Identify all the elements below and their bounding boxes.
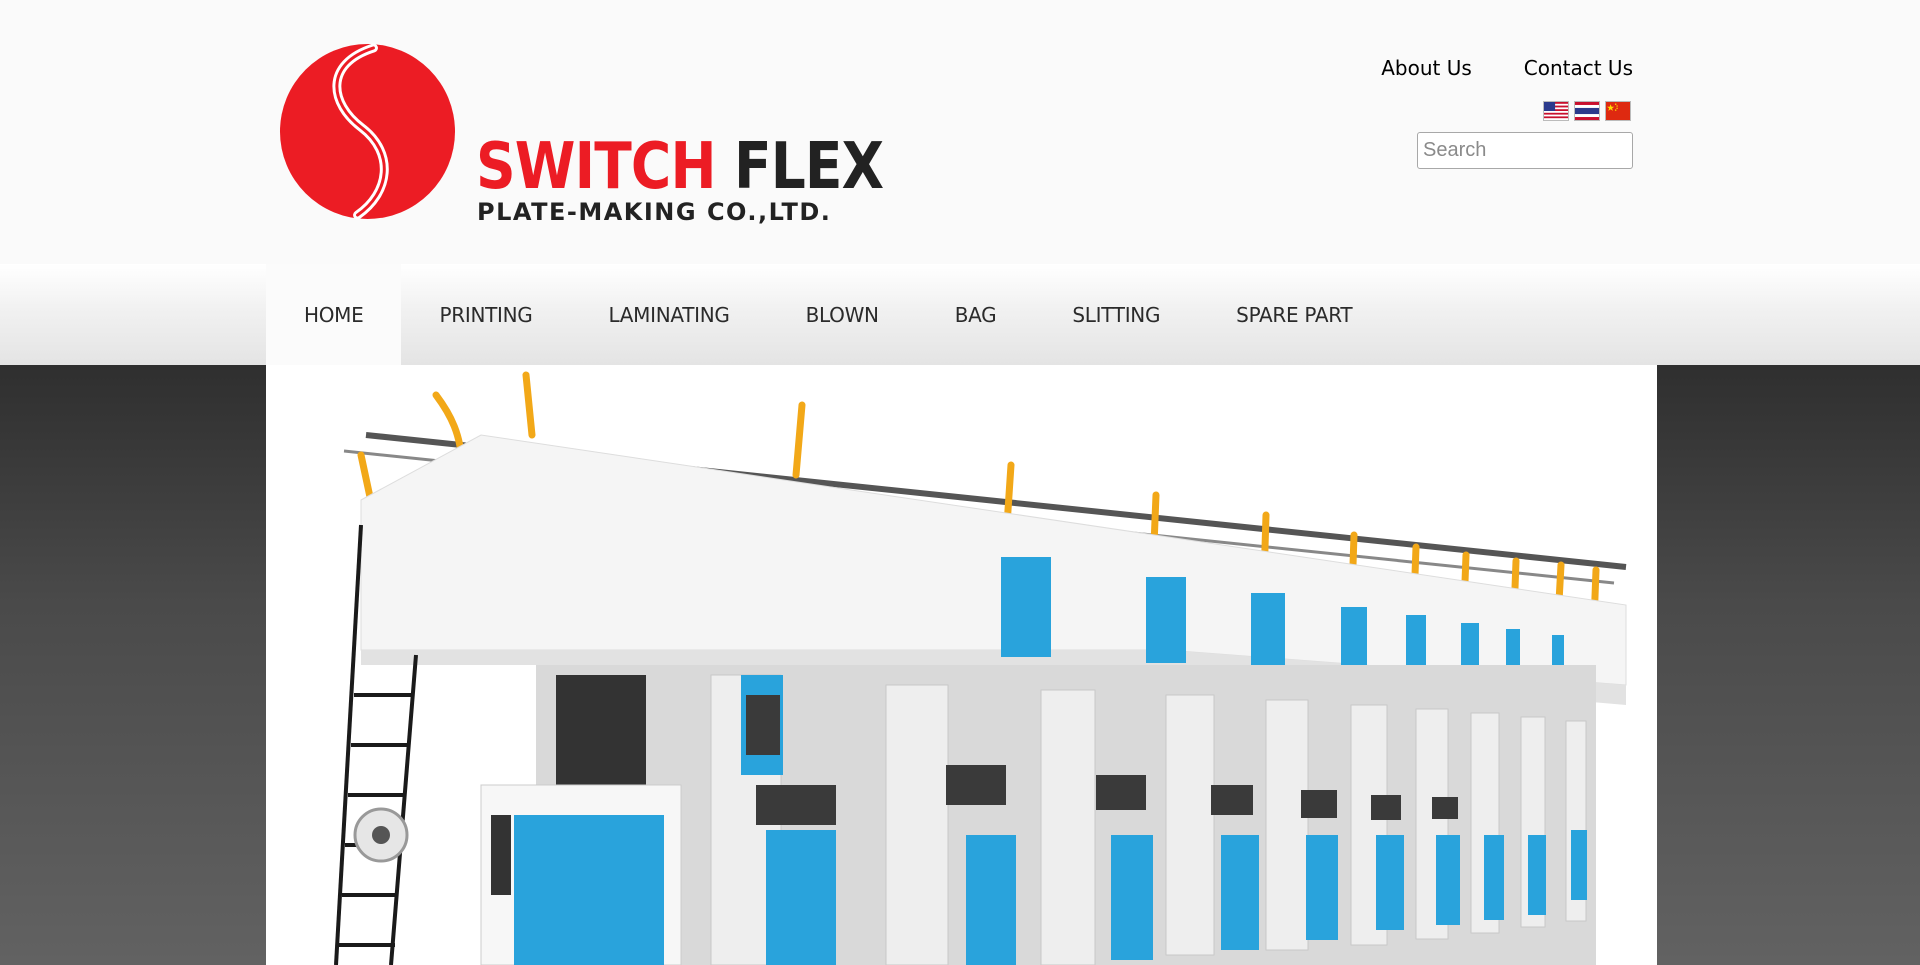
utility-links: About Us Contact Us	[1381, 56, 1633, 80]
logo-word-flex: FLEX	[733, 130, 884, 204]
language-switcher	[1543, 101, 1631, 121]
main-nav-items: HOME PRINTING LAMINATING BLOWN BAG SLITT…	[266, 264, 1390, 365]
thai-flag-icon[interactable]	[1574, 101, 1600, 121]
rotogravure-printing-machine-image	[334, 371, 1627, 965]
search-input[interactable]	[1417, 132, 1633, 169]
nav-item-blown[interactable]: BLOWN	[768, 264, 917, 365]
nav-item-laminating[interactable]: LAMINATING	[570, 264, 767, 365]
logo-wordmark: SWITCH FLEX	[476, 130, 884, 204]
nav-item-spare-part[interactable]: SPARE PART	[1198, 264, 1390, 365]
logo-subtitle: PLATE-MAKING CO.,LTD.	[477, 198, 832, 226]
site-header: SWITCH FLEX PLATE-MAKING CO.,LTD. About …	[0, 0, 1920, 264]
hero-banner	[266, 365, 1657, 965]
us-flag-icon[interactable]	[1543, 101, 1569, 121]
contact-us-link[interactable]: Contact Us	[1524, 56, 1633, 80]
nav-item-bag[interactable]: BAG	[917, 264, 1035, 365]
company-logo[interactable]: SWITCH FLEX PLATE-MAKING CO.,LTD.	[278, 40, 884, 226]
nav-item-printing[interactable]: PRINTING	[401, 264, 570, 365]
main-nav: HOME PRINTING LAMINATING BLOWN BAG SLITT…	[0, 264, 1920, 365]
china-flag-icon[interactable]	[1605, 101, 1631, 121]
nav-item-slitting[interactable]: SLITTING	[1034, 264, 1198, 365]
nav-item-home[interactable]: HOME	[266, 264, 402, 365]
logo-word-switch: SWITCH	[476, 130, 717, 204]
hero-section	[0, 365, 1920, 965]
about-us-link[interactable]: About Us	[1381, 56, 1472, 80]
logo-emblem-icon	[279, 43, 456, 220]
